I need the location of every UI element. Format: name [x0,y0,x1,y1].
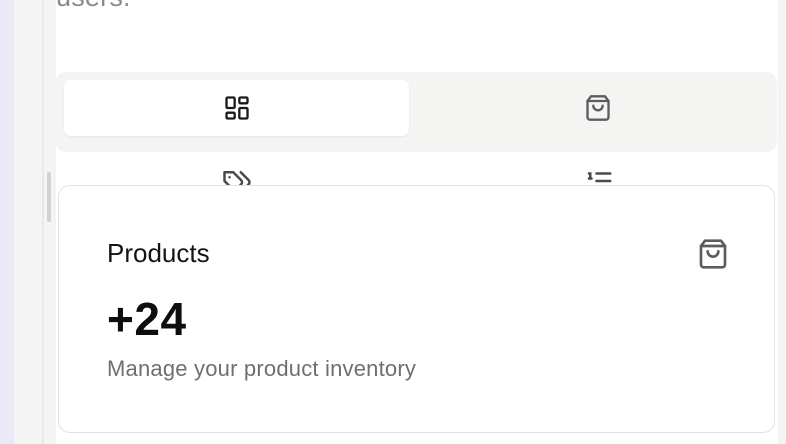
shopping-bag-icon [697,238,729,275]
side-gutter [14,0,56,444]
left-rail [0,0,14,444]
tab-dashboard[interactable] [64,80,409,136]
products-card[interactable]: Products +24 Manage your product invento… [58,185,775,433]
right-gutter [778,0,786,444]
card-title: Products [107,238,210,268]
tab-products[interactable] [425,80,770,136]
tab-list [56,72,777,152]
shopping-bag-icon [584,94,612,122]
card-value: +24 [107,293,187,345]
page: users. [0,0,786,444]
dashboard-grid-icon [223,94,251,122]
card-description: Manage your product inventory [107,356,417,381]
gutter-divider [42,0,44,444]
partial-heading-text: users. [56,0,131,13]
scroll-handle[interactable] [47,172,51,222]
